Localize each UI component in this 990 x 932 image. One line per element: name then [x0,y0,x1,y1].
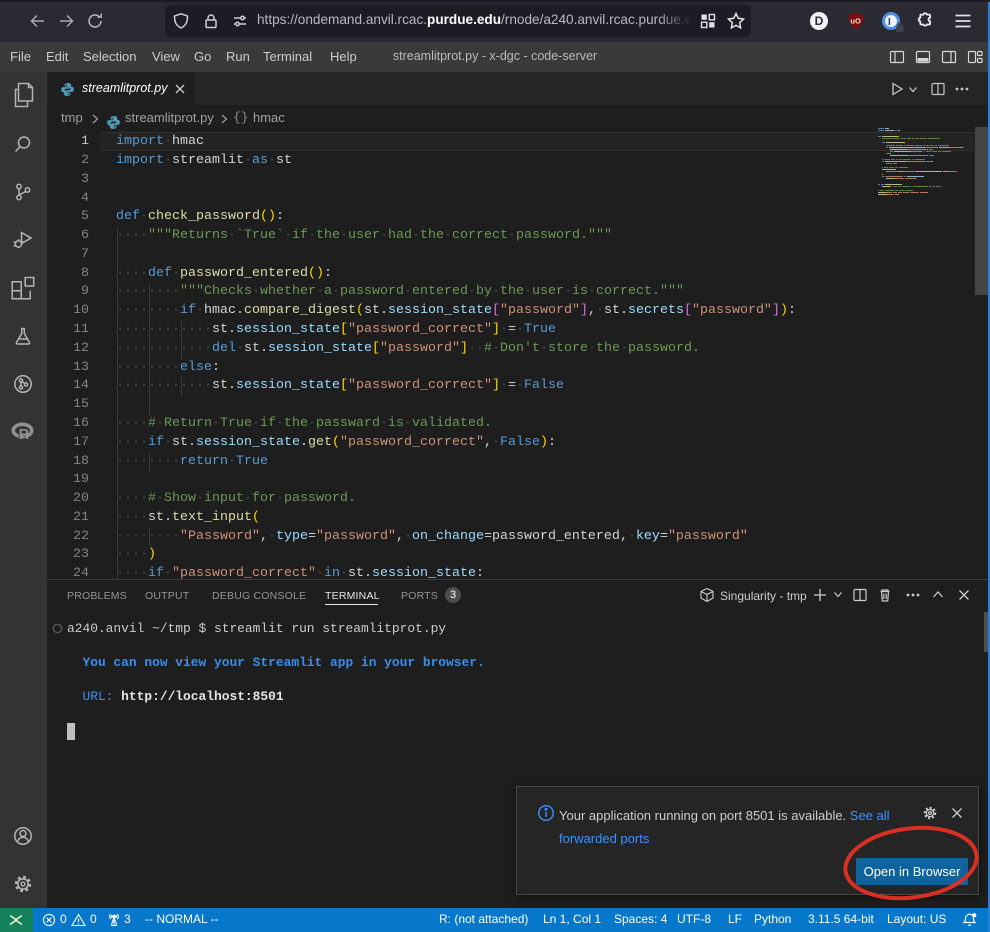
svg-text:R: R [19,427,30,443]
svg-text:uO: uO [850,17,861,26]
svg-text:I: I [888,17,891,28]
